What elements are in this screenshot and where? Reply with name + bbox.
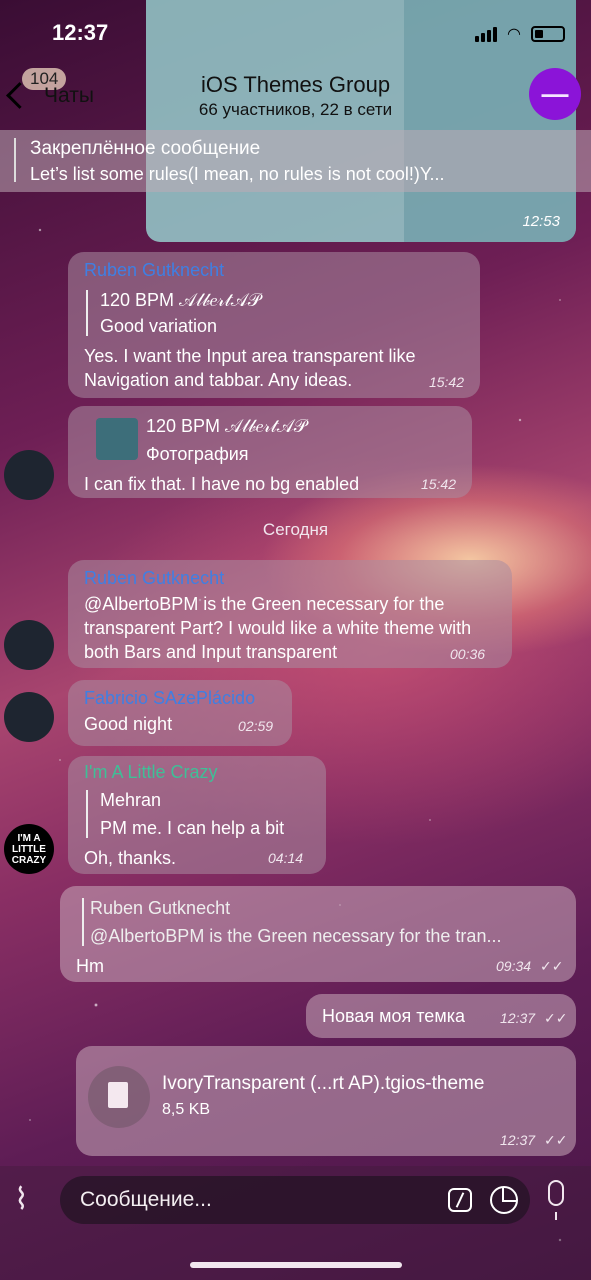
quote-name: Mehran	[100, 790, 162, 810]
pinned-message[interactable]: Закреплённое сообщение Let’s list some r…	[0, 130, 591, 192]
message-bubble[interactable]: Новая моя темка 12:37 ✓✓	[306, 994, 576, 1038]
signal-icon	[475, 26, 498, 42]
message-bubble[interactable]: Ruben Gutknecht @AlbertoBPM is the Green…	[60, 886, 576, 982]
commands-icon[interactable]	[448, 1188, 472, 1212]
quote-text: Фотография	[146, 444, 249, 464]
home-indicator	[190, 1262, 402, 1268]
sticker-icon[interactable]	[490, 1186, 518, 1214]
avatar[interactable]: I'M A LITTLE CRAZY	[4, 824, 54, 874]
message-time: 12:53	[522, 213, 560, 230]
read-checkmarks-icon: ✓✓	[544, 1132, 568, 1148]
input-placeholder: Сообщение...	[80, 1188, 212, 1211]
group-avatar[interactable]: ▬▬▬	[529, 68, 581, 120]
pinned-title: Закреплённое сообщение	[30, 138, 261, 159]
file-icon[interactable]	[88, 1066, 150, 1128]
message-text: @AlbertoBPM is the Green necessary for t…	[84, 594, 472, 662]
file-name: IvoryTransparent (...rt AP).tgios-theme	[162, 1073, 485, 1094]
quote-name: 120 BPM 𝒜𝓁𝒷𝑒𝓇𝓉𝒜𝒫	[100, 290, 261, 310]
sender-name[interactable]: Ruben Gutknecht	[84, 568, 224, 589]
file-message[interactable]: IvoryTransparent (...rt AP).tgios-theme …	[76, 1046, 576, 1156]
date-separator: Сегодня	[262, 520, 329, 539]
status-icons: ◠	[475, 24, 565, 44]
message-text: I can fix that. I have no bg enabled	[84, 474, 360, 494]
quote-bar	[82, 898, 84, 946]
message-time: 04:14	[268, 850, 304, 866]
message-bubble[interactable]: Ruben Gutknecht 120 BPM 𝒜𝓁𝒷𝑒𝓇𝓉𝒜𝒫 Good va…	[68, 252, 480, 398]
pinned-text: Let’s list some rules(I mean, no rules i…	[30, 164, 445, 184]
microphone-icon[interactable]	[548, 1180, 564, 1220]
quote-text: PM me. I can help a bit	[100, 818, 285, 838]
message-text: Oh, thanks.	[84, 848, 177, 868]
sender-name[interactable]: Ruben Gutknecht	[84, 260, 224, 281]
avatar[interactable]	[4, 620, 54, 670]
quote-name: 120 BPM 𝒜𝓁𝒷𝑒𝓇𝓉𝒜𝒫	[146, 416, 307, 436]
message-time: 02:59	[238, 718, 274, 734]
chat-subtitle: 66 участников, 22 в сети	[198, 100, 393, 119]
quote-bar	[86, 790, 88, 838]
quote-bar	[86, 290, 88, 336]
file-size: 8,5 KB	[162, 1101, 211, 1118]
avatar[interactable]	[4, 692, 54, 742]
pinned-bar	[14, 138, 16, 182]
read-checkmarks-icon: ✓✓	[544, 1010, 568, 1026]
chat-title[interactable]: iOS Themes Group	[0, 72, 591, 98]
attach-icon[interactable]: ⌇	[14, 1182, 29, 1217]
message-input[interactable]: Сообщение...	[60, 1176, 530, 1224]
wifi-icon: ◠	[507, 26, 521, 43]
message-bubble[interactable]: Ruben Gutknecht @AlbertoBPM is the Green…	[68, 560, 512, 668]
message-bubble[interactable]: Fabricio SAzePlácido Good night 02:59	[68, 680, 292, 746]
quote-text: @AlbertoBPM is the Green necessary for t…	[90, 926, 502, 946]
message-text: Новая моя темка	[322, 1006, 465, 1026]
sender-name[interactable]: Fabricio SAzePlácido	[84, 688, 255, 709]
message-time: 12:37	[500, 1132, 536, 1148]
status-bar: 12:37 ◠	[0, 0, 591, 62]
battery-icon	[531, 26, 565, 42]
message-time: 15:42	[428, 374, 464, 390]
message-text: Hm	[76, 956, 104, 976]
message-time: 15:42	[420, 476, 456, 492]
quote-name: Ruben Gutknecht	[90, 898, 231, 918]
message-text: Good night	[84, 714, 173, 734]
message-time: 09:34	[496, 958, 532, 974]
photo-thumbnail	[96, 418, 138, 460]
message-bubble[interactable]: I'm A Little Crazy Mehran PM me. I can h…	[68, 756, 326, 874]
message-text: Yes. I want the Input area transparent l…	[84, 346, 416, 390]
avatar[interactable]	[4, 450, 54, 500]
status-time: 12:37	[52, 20, 109, 45]
message-time: 00:36	[450, 646, 486, 662]
sender-name[interactable]: I'm A Little Crazy	[84, 762, 217, 783]
quote-text: Good variation	[100, 316, 218, 336]
message-time: 12:37	[500, 1010, 536, 1026]
message-bubble[interactable]: 120 BPM 𝒜𝓁𝒷𝑒𝓇𝓉𝒜𝒫 Фотография I can fix th…	[68, 406, 472, 498]
read-checkmarks-icon: ✓✓	[540, 958, 564, 974]
